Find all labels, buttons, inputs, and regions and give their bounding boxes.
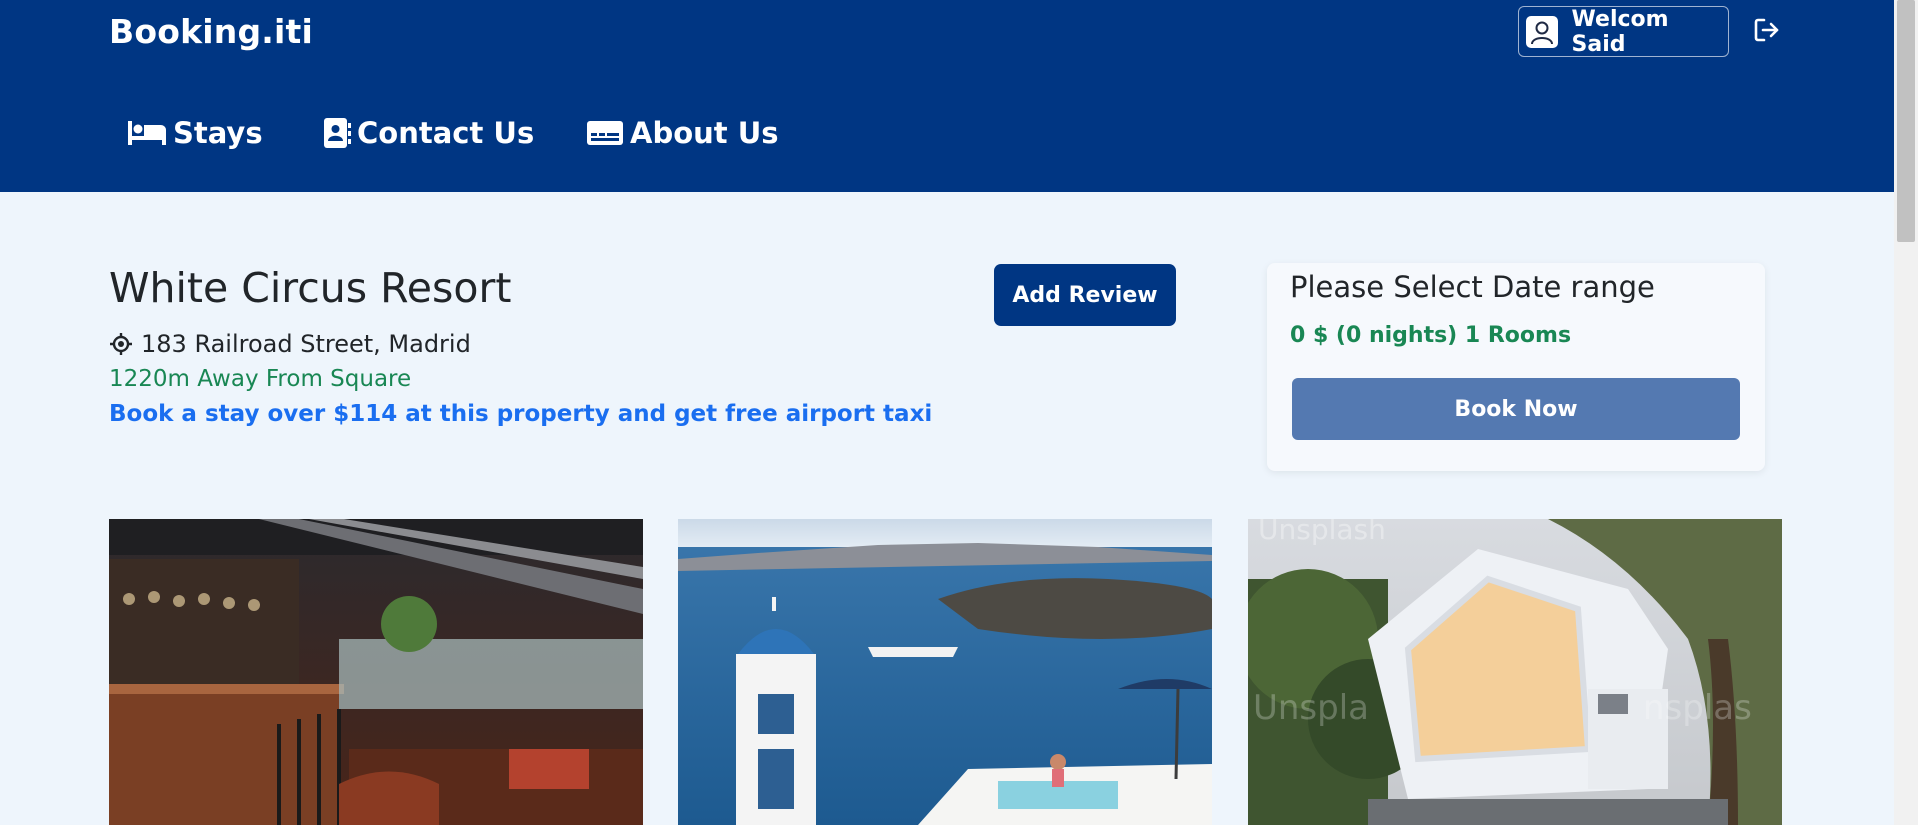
watermark: Unspla bbox=[1253, 688, 1369, 728]
gallery-image-villa[interactable]: Unsplash Unspla nsplas bbox=[1248, 519, 1782, 825]
nav-item-stays[interactable]: Stays bbox=[127, 116, 263, 150]
page-scrollbar[interactable] bbox=[1894, 0, 1918, 825]
nav-item-label: Contact Us bbox=[357, 116, 535, 150]
gallery-image-sea-view[interactable] bbox=[678, 519, 1212, 825]
top-navbar: Booking.iti Welcom Said Stays Contact Us… bbox=[0, 0, 1894, 192]
id-card-icon bbox=[586, 119, 624, 147]
logout-icon[interactable] bbox=[1752, 15, 1782, 45]
hotel-name: White Circus Resort bbox=[109, 264, 512, 312]
bed-icon bbox=[127, 119, 167, 147]
hotel-address-text: 183 Railroad Street, Madrid bbox=[141, 330, 471, 358]
user-menu-button[interactable]: Welcom Said bbox=[1518, 6, 1729, 57]
location-crosshair-icon bbox=[109, 332, 133, 356]
nav-item-label: Stays bbox=[173, 116, 263, 150]
contact-book-icon bbox=[323, 117, 351, 149]
hotel-distance: 1220m Away From Square bbox=[109, 366, 412, 392]
user-greeting: Welcom Said bbox=[1571, 6, 1669, 57]
booking-summary: 0 $ (0 nights) 1 Rooms bbox=[1290, 323, 1572, 348]
gallery-image-bar[interactable] bbox=[109, 519, 643, 825]
user-avatar-icon bbox=[1526, 15, 1558, 48]
brand-logo[interactable]: Booking.iti bbox=[109, 12, 313, 51]
book-now-button[interactable]: Book Now bbox=[1292, 378, 1740, 440]
booking-title: Please Select Date range bbox=[1290, 270, 1655, 304]
hotel-address: 183 Railroad Street, Madrid bbox=[109, 330, 471, 358]
page: Booking.iti Welcom Said Stays Contact Us… bbox=[0, 0, 1918, 825]
nav-item-contact-us[interactable]: Contact Us bbox=[323, 116, 534, 150]
watermark: nsplas bbox=[1643, 688, 1752, 728]
nav-item-label: About Us bbox=[630, 116, 779, 150]
booking-card: Please Select Date range 0 $ (0 nights) … bbox=[1267, 263, 1765, 471]
nav-item-about-us[interactable]: About Us bbox=[586, 116, 779, 150]
watermark: Unsplash bbox=[1258, 519, 1386, 546]
scrollbar-thumb[interactable] bbox=[1897, 0, 1915, 242]
hotel-promo: Book a stay over $114 at this property a… bbox=[109, 401, 933, 427]
add-review-button[interactable]: Add Review bbox=[994, 264, 1176, 326]
